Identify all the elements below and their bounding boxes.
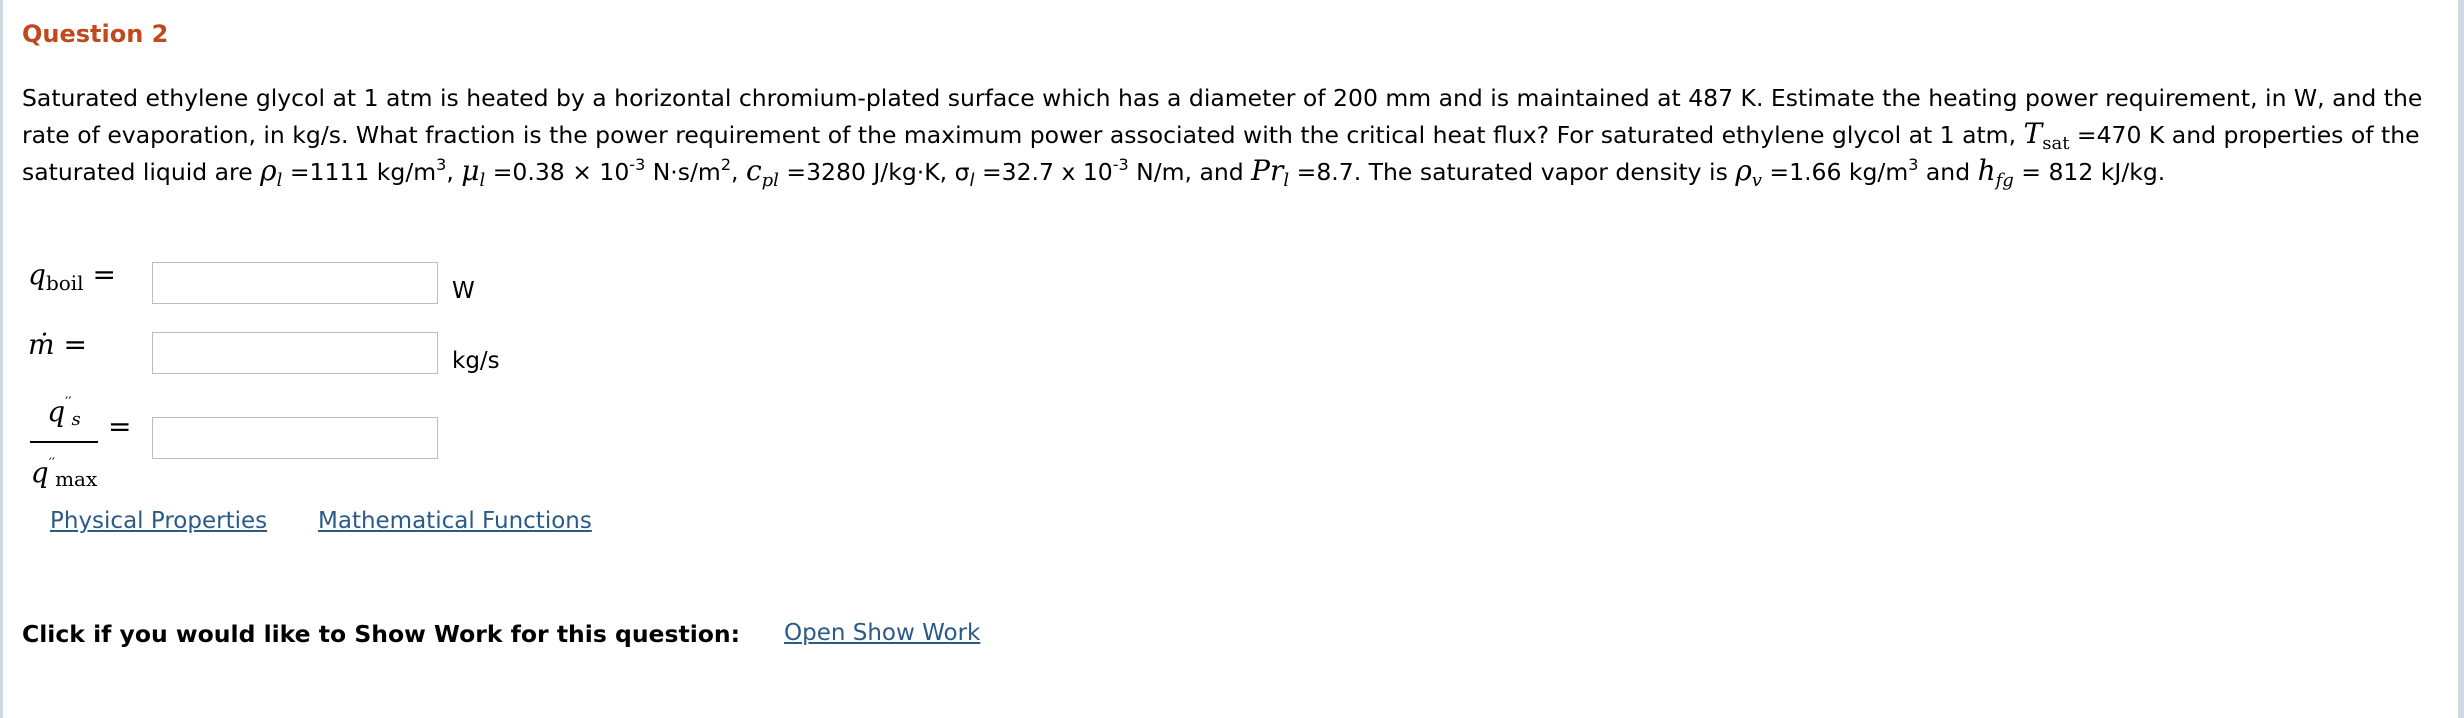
text-segment: N·s/m [645, 158, 721, 186]
hfg-symbol: hfg [1977, 154, 2014, 191]
text-segment: =1111 kg/m [282, 158, 437, 186]
ratio-equals: = [108, 410, 132, 443]
q-boil-input[interactable] [152, 262, 438, 304]
cpl-symbol: cpl [745, 154, 779, 191]
physical-properties-link[interactable]: Physical Properties [50, 508, 267, 534]
q-boil-unit: W [452, 278, 475, 304]
q-boil-label: qboil = [28, 258, 116, 295]
tsat-symbol: Tsat [2023, 117, 2070, 154]
heat-flux-ratio-input[interactable] [152, 417, 438, 459]
text-segment: =8.7. The saturated vapor density is [1289, 158, 1736, 186]
text-segment: =32.7 x 10 [974, 158, 1113, 186]
text-segment: =1.66 kg/m [1761, 158, 1909, 186]
superscript: 2 [720, 155, 732, 174]
mathematical-functions-link[interactable]: Mathematical Functions [318, 508, 592, 534]
question-text: Saturated ethylene glycol at 1 atm is he… [22, 80, 2442, 190]
text-segment: , [731, 158, 746, 186]
superscript: -3 [629, 155, 646, 174]
text-segment: =0.38 × 10 [485, 158, 630, 186]
fraction-bar [30, 441, 98, 443]
rho-v-symbol: ρv [1735, 154, 1762, 191]
text-segment: =3280 J/kg·K, σ [778, 158, 970, 186]
text-segment: and [1918, 158, 1978, 186]
show-work-prompt: Click if you would like to Show Work for… [22, 620, 741, 648]
ratio-denominator: q′′max [30, 456, 98, 491]
mu-l-symbol: μl [461, 154, 486, 191]
question-title: Question 2 [22, 20, 169, 48]
right-frame-border [2458, 0, 2464, 718]
superscript: 3 [436, 155, 447, 174]
mass-flow-label: ṁ = [28, 328, 87, 361]
superscript: -3 [1112, 155, 1129, 174]
prandtl-symbol: Prl [1251, 154, 1290, 191]
open-show-work-link[interactable]: Open Show Work [784, 620, 980, 646]
mass-flow-unit: kg/s [452, 348, 500, 374]
text-segment: = 812 kJ/kg. [2013, 158, 2166, 186]
rho-l-symbol: ρl [260, 154, 283, 191]
text-segment: , [446, 158, 462, 186]
heat-flux-ratio-label: q′′s q′′max [30, 384, 98, 498]
left-frame-border [0, 0, 3, 718]
ratio-numerator: q′′s [47, 395, 81, 430]
mass-flow-input[interactable] [152, 332, 438, 374]
superscript: 3 [1908, 155, 1919, 174]
text-segment: N/m, and [1128, 158, 1252, 186]
